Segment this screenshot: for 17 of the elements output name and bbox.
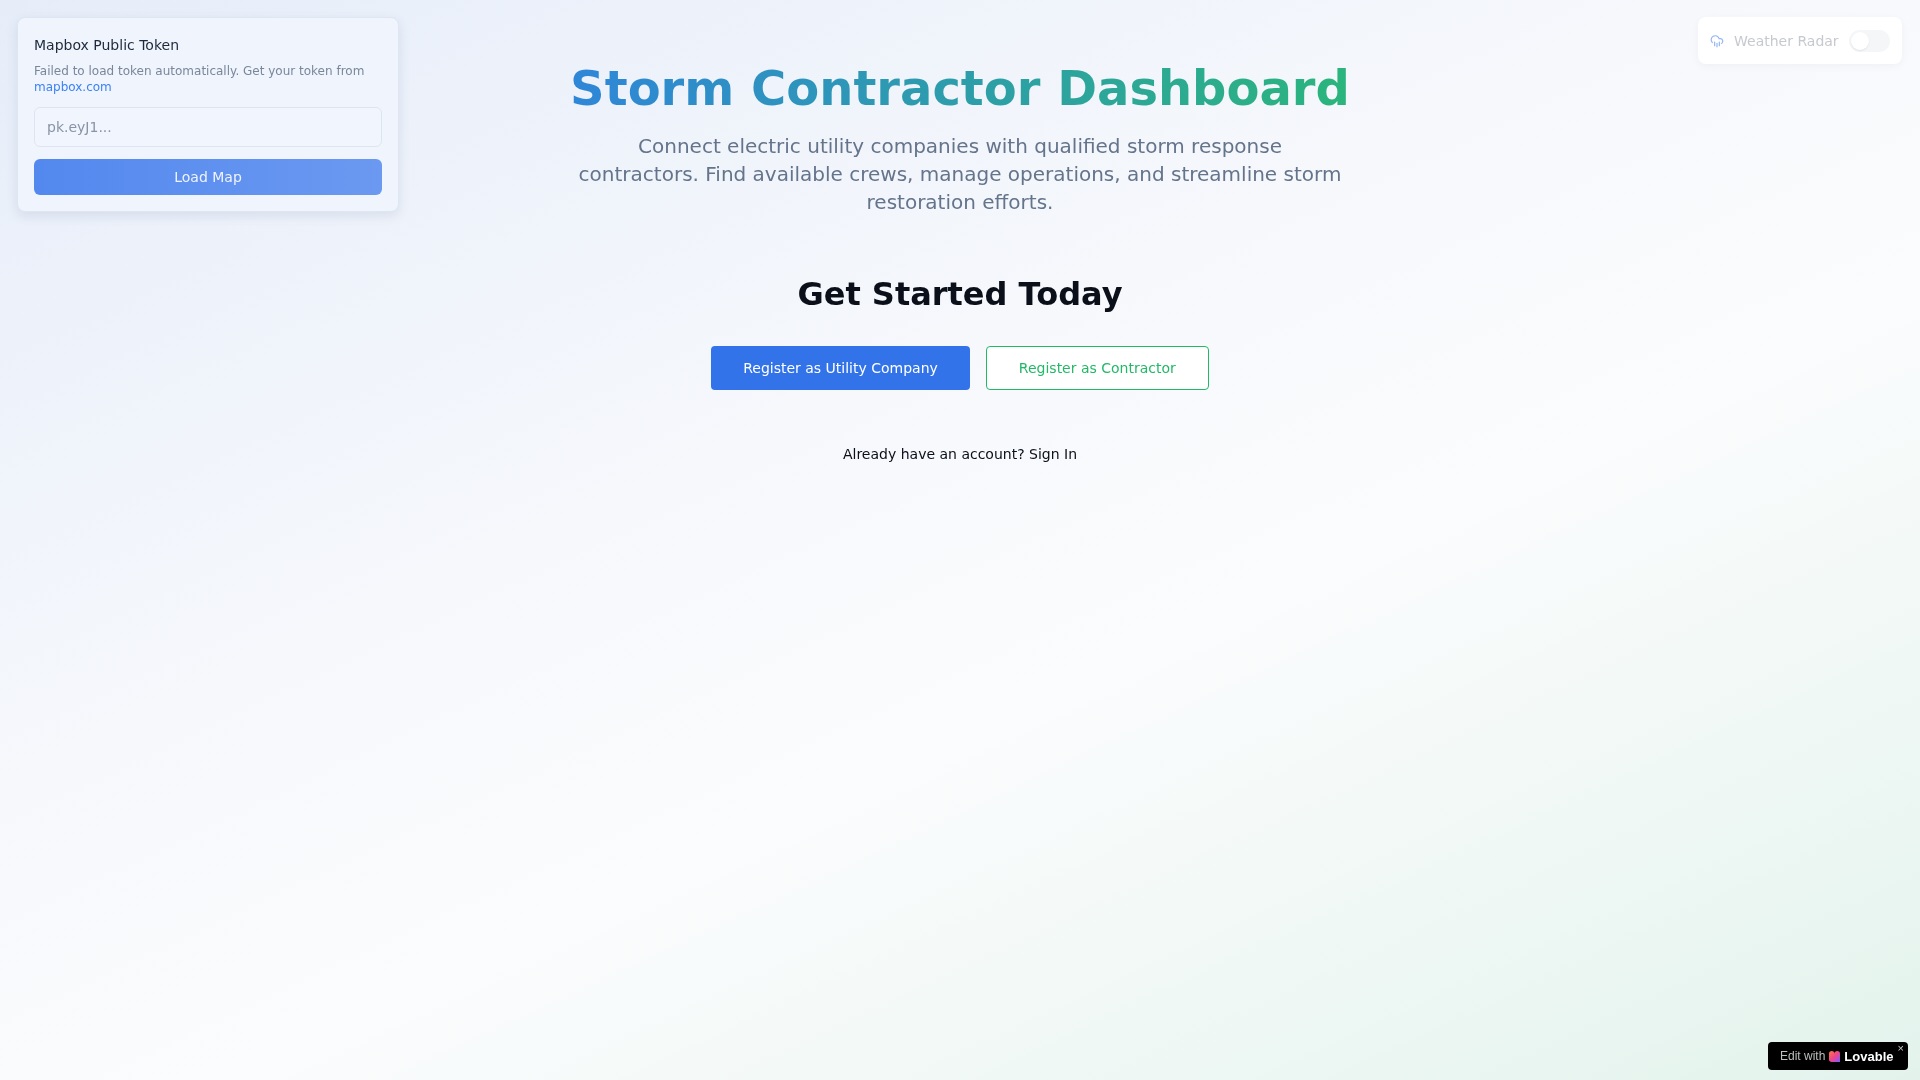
register-utility-button[interactable]: Register as Utility Company — [711, 346, 970, 390]
hero-subtitle: Connect electric utility companies with qualified storm response contractors. Find available crews, manage operations, and streamline storm restoration efforts. — [577, 133, 1343, 216]
token-input-field[interactable]: pk.eyJ1... — [34, 107, 382, 147]
badge-prefix: Edit with — [1780, 1049, 1826, 1063]
load-map-button[interactable]: Load Map — [34, 159, 382, 195]
heart-logo-icon — [1829, 1050, 1841, 1062]
sign-in-link[interactable]: Already have an account? Sign In — [842, 446, 1078, 462]
mapbox-link[interactable]: mapbox.com — [34, 80, 112, 94]
edit-with-badge[interactable]: Edit with Lovable × — [1768, 1042, 1908, 1070]
badge-close-button[interactable]: × — [1897, 1042, 1904, 1054]
weather-radar-label: Weather Radar — [1734, 32, 1839, 49]
cloud-rain-icon — [1710, 33, 1724, 48]
register-contractor-button[interactable]: Register as Contractor — [985, 346, 1209, 390]
get-started-heading: Get Started Today — [797, 274, 1123, 314]
card-title: Mapbox Public Token — [34, 37, 181, 53]
badge-brand: Lovable — [1844, 1048, 1894, 1064]
token-message: Failed to load token automatically. Get your token from mapbox.com — [34, 63, 366, 95]
